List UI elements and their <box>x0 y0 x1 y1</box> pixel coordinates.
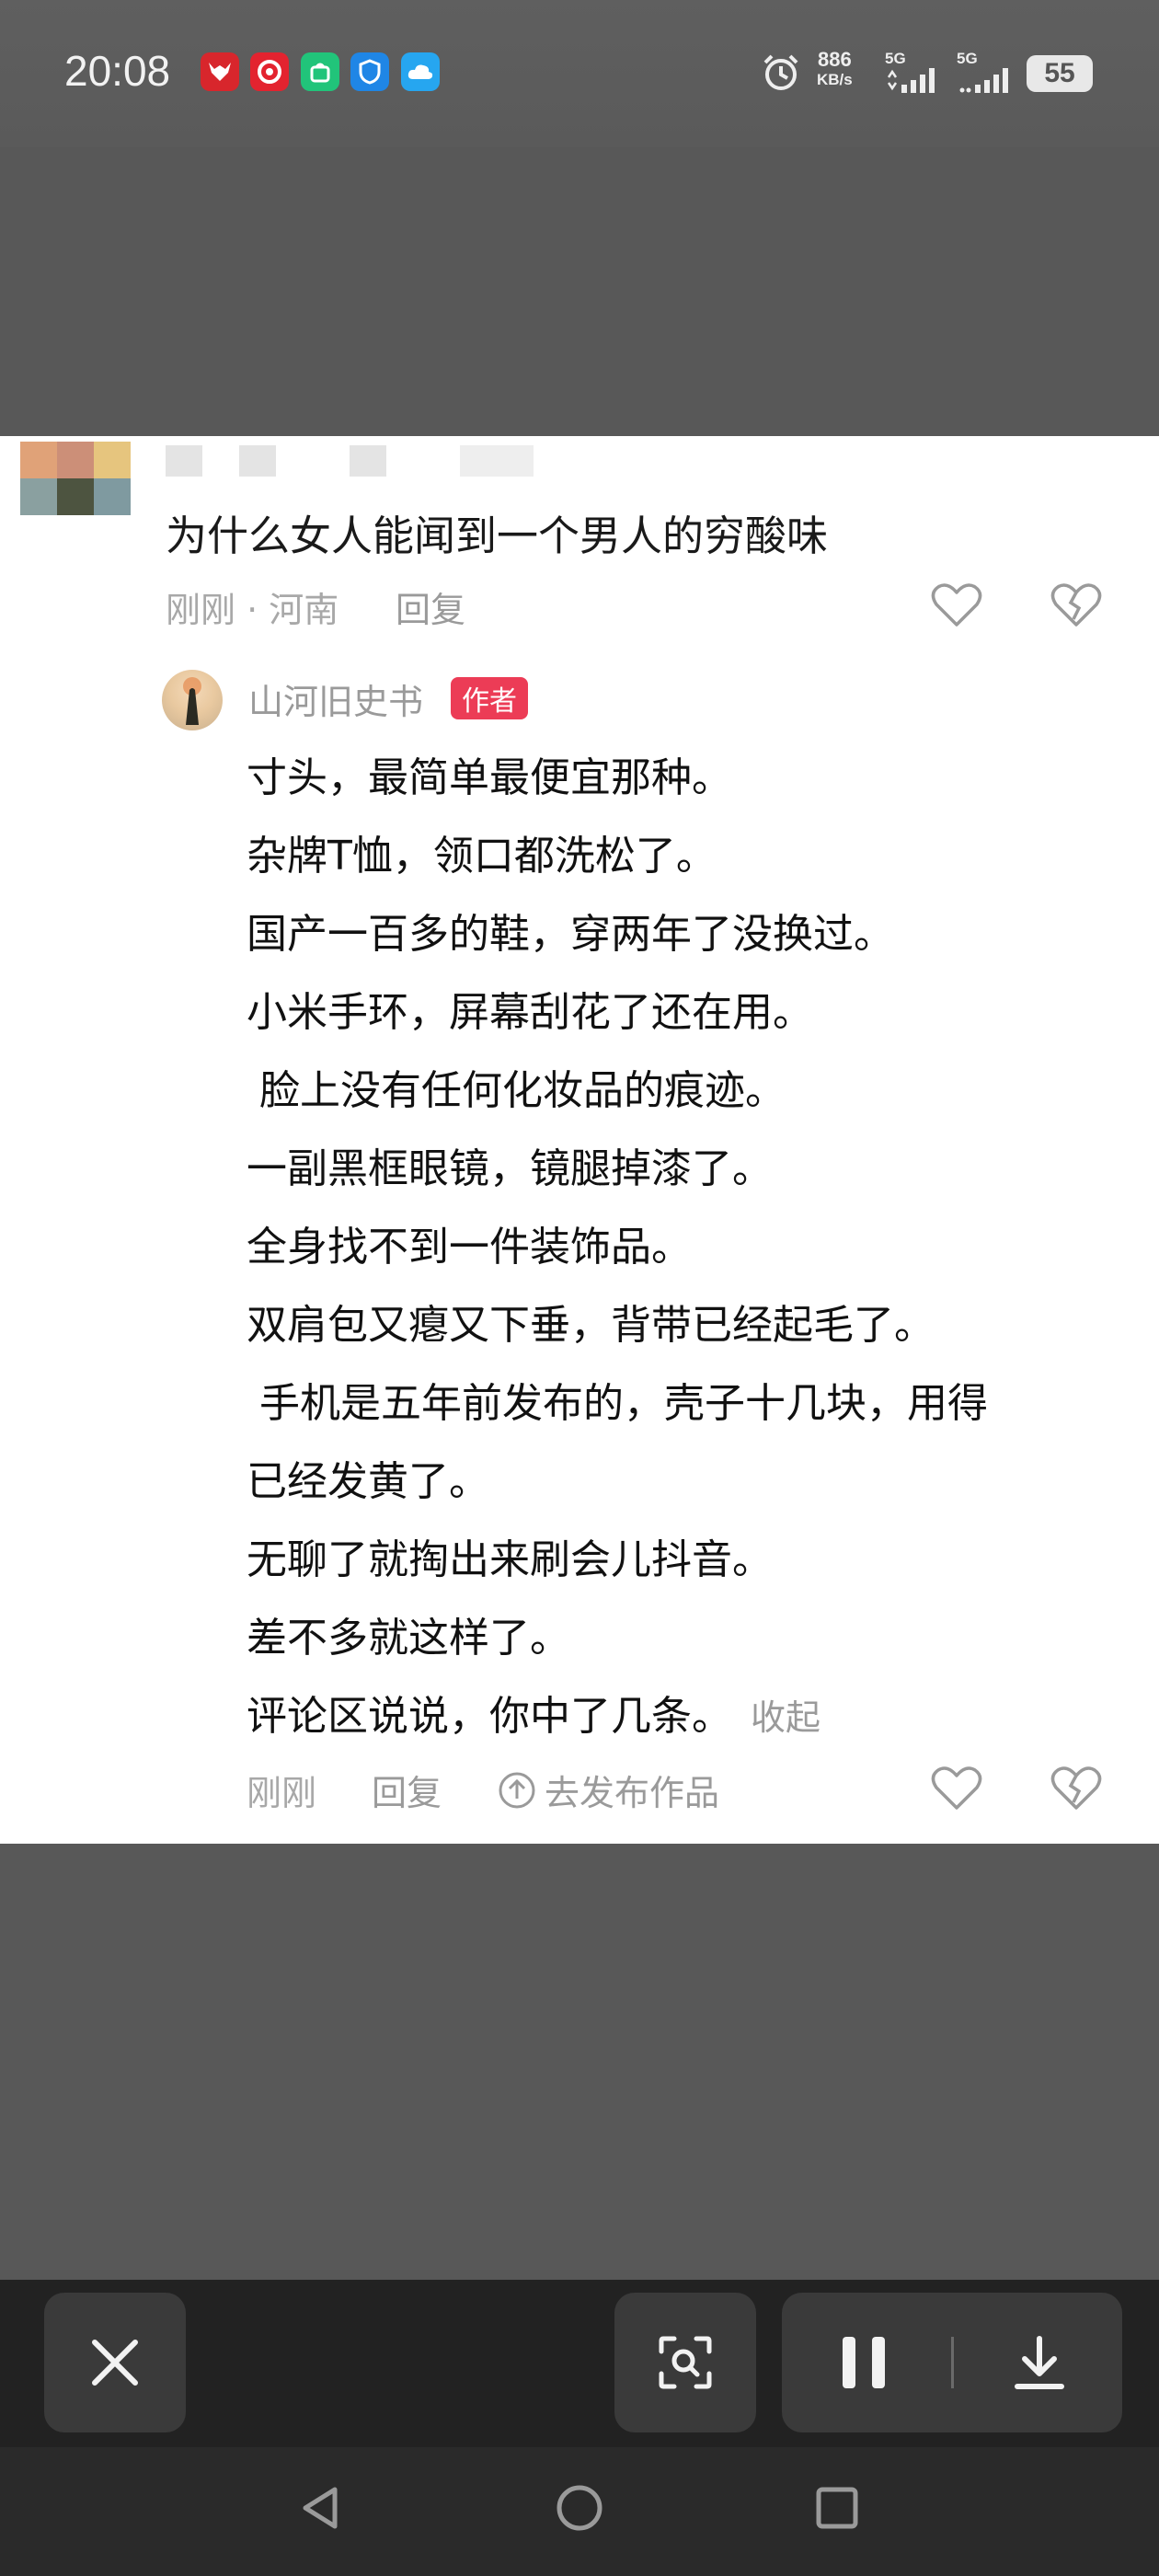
reply-line: 手机是五年前发布的，壳子十几块，用得 <box>247 1380 988 1427</box>
upload-circle-icon <box>499 1772 535 1808</box>
author-avatar[interactable] <box>162 670 223 730</box>
nav-home-icon[interactable] <box>554 2482 605 2534</box>
reply-reply-button[interactable]: 回复 <box>372 1765 442 1815</box>
signal-label-1: 5G <box>885 50 906 67</box>
comment-reply-button[interactable]: 回复 <box>396 581 465 632</box>
reply-line: 差不多就这样了。 <box>247 1615 570 1662</box>
reply-dislike-broken-heart-icon[interactable] <box>1049 1761 1104 1816</box>
download-icon[interactable] <box>1012 2333 1067 2392</box>
pause-icon[interactable] <box>837 2333 892 2392</box>
close-button[interactable] <box>44 2293 186 2432</box>
comment-time-location: 刚刚 · 河南 <box>166 590 339 630</box>
commenter-name-blur <box>239 445 276 477</box>
reply-line: 已经发黄了。 <box>247 1458 489 1505</box>
close-icon <box>92 2340 138 2386</box>
reply-line: 评论区说说，你中了几条。 <box>247 1693 732 1740</box>
reply-text: 寸头，最简单最便宜那种。 杂牌T恤，领口都洗松了。 国产一百多的鞋，穿两年了没换… <box>247 740 1111 1756</box>
comment-text: 为什么女人能闻到一个男人的穷酸味 <box>166 512 829 560</box>
dislike-broken-heart-icon[interactable] <box>1049 578 1104 633</box>
app-icon-red-bull <box>201 52 239 91</box>
reply-line: 全身找不到一件装饰品。 <box>247 1224 692 1271</box>
reply-line: 国产一百多的鞋，穿两年了没换过。 <box>247 911 894 958</box>
reply-line: 一副黑框眼镜，镜腿掉漆了。 <box>247 1145 773 1192</box>
signal-bars-2-icon <box>959 68 1008 93</box>
status-bar: 20:08 886 KB/s 5G 5G 55 <box>0 0 1159 147</box>
alarm-icon <box>763 54 798 90</box>
reply-like-heart-icon[interactable] <box>929 1761 984 1816</box>
author-badge: 作者 <box>451 677 528 719</box>
commenter-name-blur <box>166 445 202 477</box>
network-speed-unit: KB/s <box>817 71 853 88</box>
status-time: 20:08 <box>64 47 171 95</box>
reply-time: 刚刚 <box>247 1773 317 1813</box>
network-speed-value: 886 <box>818 48 852 71</box>
playback-controls <box>782 2293 1122 2432</box>
publish-work-label: 去发布作品 <box>545 1773 720 1813</box>
scan-button[interactable] <box>614 2293 756 2432</box>
signal-label-2: 5G <box>957 50 978 67</box>
app-icon-blue-cloud <box>401 52 440 91</box>
reply-line: 小米手环，屏幕刮花了还在用。 <box>247 989 813 1036</box>
app-icon-green-bag <box>301 52 339 91</box>
nav-recents-icon[interactable] <box>811 2482 863 2534</box>
network-speed: 886 KB/s <box>817 50 853 90</box>
nav-back-icon[interactable] <box>296 2482 348 2534</box>
commenter-name-blur <box>460 445 534 477</box>
scan-icon <box>659 2336 712 2389</box>
collapse-button[interactable]: 收起 <box>751 1697 820 1738</box>
reply-line: 寸头，最简单最便宜那种。 <box>247 754 732 801</box>
battery-indicator: 55 <box>1027 55 1093 92</box>
reply-line: 脸上没有任何化妆品的痕迹。 <box>247 1067 786 1114</box>
publish-work-button[interactable]: 去发布作品 <box>497 1765 719 1815</box>
app-icon-blue-shield <box>350 52 389 91</box>
reply-line: 双肩包又瘪又下垂，背带已经起毛了。 <box>247 1302 935 1349</box>
comment-card: 为什么女人能闻到一个男人的穷酸味 刚刚 · 河南 回复 山河旧史书 作者 寸头，… <box>0 436 1159 1844</box>
system-nav-bar <box>0 2447 1159 2576</box>
reply-line-last: 评论区说说，你中了几条。 收起 <box>247 1678 1111 1756</box>
reply-line: 无聊了就掏出来刷会儿抖音。 <box>247 1536 773 1583</box>
commenter-avatar[interactable] <box>20 442 131 515</box>
author-name[interactable]: 山河旧史书 <box>248 673 423 724</box>
control-divider <box>950 2337 954 2388</box>
signal-bars-1-icon <box>887 68 935 93</box>
reply-line: 杂牌T恤，领口都洗松了。 <box>247 833 717 880</box>
like-heart-icon[interactable] <box>929 578 984 633</box>
commenter-name-blur <box>350 445 386 477</box>
app-icon-red-target <box>250 52 289 91</box>
